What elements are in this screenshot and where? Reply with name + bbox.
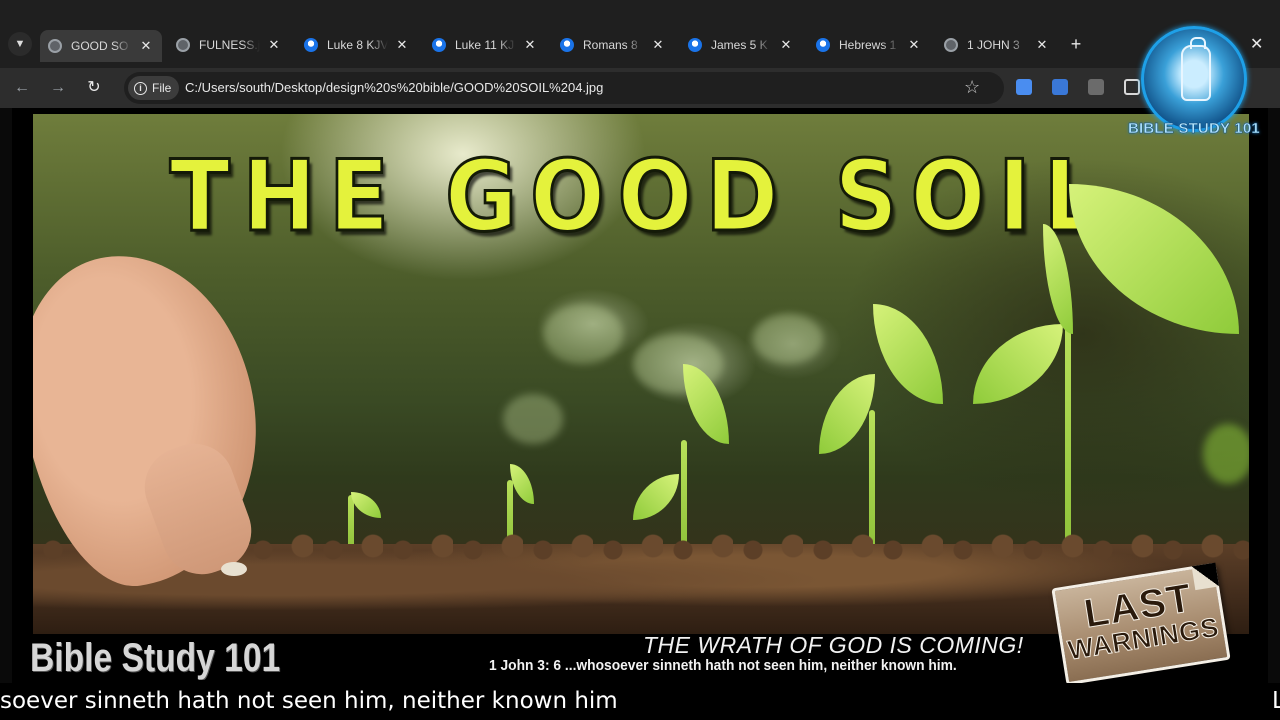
extension-translate-icon[interactable] <box>1052 79 1068 95</box>
tab-romans-8[interactable]: Romans 8 ✕ <box>552 30 674 60</box>
tab-title: Hebrews 1 <box>839 38 897 52</box>
lantern-icon <box>1181 37 1211 101</box>
tab-title: GOOD SO <box>71 39 129 53</box>
extension-edit-icon[interactable] <box>1016 79 1032 95</box>
window-close-icon[interactable]: ✕ <box>1250 34 1263 54</box>
sprout-leaf <box>819 374 875 454</box>
tab-title: Luke 8 KJV <box>327 38 388 52</box>
channel-logo-tagline: BIBLE STUDY 101 <box>1128 120 1260 137</box>
tab-close-icon[interactable]: ✕ <box>906 37 922 53</box>
new-tab-plus-icon[interactable]: + <box>1066 34 1086 55</box>
sprout <box>1065 320 1071 550</box>
scripture-line: 1 John 3: 6 ...whosoever sinneth hath no… <box>489 657 957 674</box>
viewport-right-margin <box>1268 108 1280 688</box>
extensions-menu-icon[interactable] <box>1124 79 1140 95</box>
site-info-chip[interactable]: i File <box>128 76 180 100</box>
tab-close-icon[interactable]: ✕ <box>394 37 410 53</box>
sprout-leaf <box>873 304 943 404</box>
tab-title: James 5 K <box>711 38 768 52</box>
bible-site-icon <box>560 38 574 52</box>
globe-icon <box>944 38 958 52</box>
seed <box>221 562 247 576</box>
sprout-leaf <box>1069 184 1239 334</box>
reload-icon[interactable]: ↻ <box>84 78 104 98</box>
tab-good-soil[interactable]: GOOD SO ✕ <box>40 30 162 62</box>
tab-close-icon[interactable]: ✕ <box>138 38 154 54</box>
brand-watermark: Bible Study 101 <box>30 636 281 680</box>
sprout <box>869 410 875 550</box>
channel-logo <box>1141 26 1247 132</box>
site-info-label: File <box>152 81 172 95</box>
tab-title: Romans 8 <box>583 38 638 52</box>
tab-close-icon[interactable]: ✕ <box>650 37 666 53</box>
tab-fulness[interactable]: FULNESS.jp ✕ <box>168 30 290 60</box>
bookmark-star-icon[interactable]: ☆ <box>964 77 980 98</box>
browser-toolbar: ← → ↻ i File C:/Users/south/Desktop/desi… <box>0 68 1280 108</box>
tab-luke-8[interactable]: Luke 8 KJV ✕ <box>296 30 418 60</box>
address-bar[interactable]: i File C:/Users/south/Desktop/design%20s… <box>124 72 1004 104</box>
tab-james-5[interactable]: James 5 K ✕ <box>680 30 802 60</box>
bible-site-icon <box>688 38 702 52</box>
extension-puzzle-icon[interactable] <box>1088 79 1104 95</box>
globe-icon <box>176 38 190 52</box>
tab-title: 1 JOHN 3 <box>967 38 1020 52</box>
sprout-leaf <box>973 324 1063 404</box>
sprout-leaf <box>351 492 381 518</box>
caption-next: L <box>1272 688 1280 714</box>
bible-site-icon <box>816 38 830 52</box>
viewport-left-margin <box>0 108 12 688</box>
tab-close-icon[interactable]: ✕ <box>266 37 282 53</box>
warning-heading: THE WRATH OF GOD IS COMING! <box>643 632 1024 658</box>
sprout-leaf <box>683 364 729 444</box>
image-headline: THE GOOD SOIL <box>168 139 1113 256</box>
bible-site-icon <box>304 38 318 52</box>
good-soil-image: THE GOOD SOIL <box>33 114 1249 634</box>
url-text[interactable]: C:/Users/south/Desktop/design%20s%20bibl… <box>185 80 603 95</box>
tab-luke-11[interactable]: Luke 11 KJ ✕ <box>424 30 546 60</box>
globe-icon <box>48 39 62 53</box>
bible-site-icon <box>432 38 446 52</box>
info-icon: i <box>134 81 147 95</box>
tab-close-icon[interactable]: ✕ <box>778 37 794 53</box>
tab-hebrews[interactable]: Hebrews 1 ✕ <box>808 30 930 60</box>
caption-current: soever sinneth hath not seen him, neithe… <box>0 688 618 714</box>
tab-1-john-3[interactable]: 1 JOHN 3 ✕ <box>936 30 1058 60</box>
bokeh-light <box>503 394 563 444</box>
bokeh-light <box>543 304 623 364</box>
tab-close-icon[interactable]: ✕ <box>522 37 538 53</box>
forward-arrow-icon[interactable]: → <box>48 78 68 98</box>
bokeh-light <box>1203 424 1249 484</box>
bokeh-light <box>753 314 823 364</box>
sprout-leaf <box>633 474 679 520</box>
browser-tab-strip: ▼ GOOD SO ✕ FULNESS.jp ✕ Luke 8 KJV ✕ Lu… <box>0 0 1280 68</box>
tab-title: Luke 11 KJ <box>455 38 515 52</box>
tab-search-chevron-icon[interactable]: ▼ <box>8 32 32 56</box>
tab-title: FULNESS.jp <box>199 38 260 52</box>
back-arrow-icon[interactable]: ← <box>12 78 32 98</box>
tab-close-icon[interactable]: ✕ <box>1034 37 1050 53</box>
sprout-leaf <box>510 464 534 504</box>
